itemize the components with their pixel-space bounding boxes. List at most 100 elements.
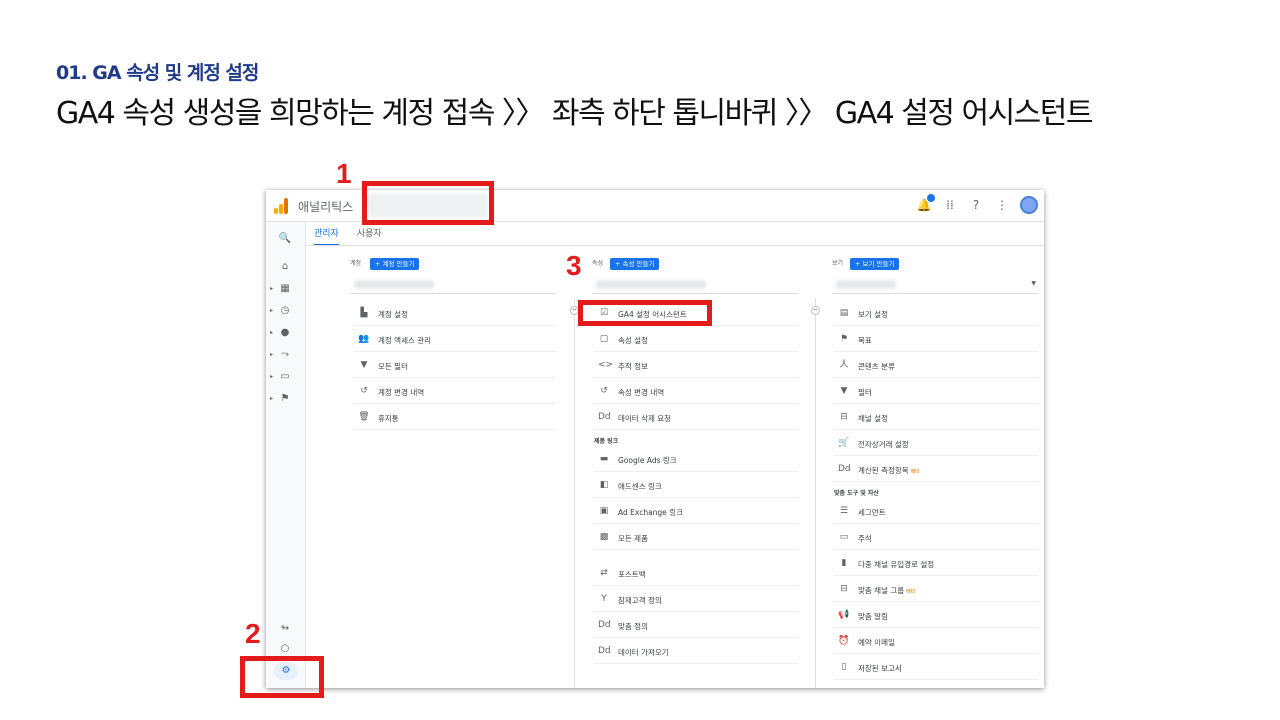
annotation-box-2 bbox=[240, 656, 324, 698]
audience-definitions-item[interactable]: Y 잠재고객 정의 bbox=[594, 586, 798, 612]
mcf-settings-item[interactable]: ▮ 다중 채널 유입경로 설정 bbox=[834, 550, 1038, 576]
dd-icon: Dd bbox=[838, 464, 851, 474]
customization-icon[interactable]: ▸ ▦ bbox=[270, 280, 296, 298]
property-settings-item[interactable]: ▢ 속성 설정 bbox=[594, 326, 798, 352]
dd-icon: Dd bbox=[598, 412, 611, 422]
create-account-button[interactable]: + 계정 만들기 bbox=[370, 258, 420, 270]
account-column: 계정 + 계정 만들기 ▙ 계정 설정 👥 계정 액세스 관리 ▼ 모든 필터 ↺ 계정… bbox=[350, 258, 556, 430]
search-icon[interactable]: 🔍 bbox=[274, 230, 296, 248]
view-select[interactable]: ▼ bbox=[832, 276, 1038, 294]
adsense-link-item[interactable]: ◧ 애드센스 링크 bbox=[594, 472, 798, 498]
help-icon[interactable]: ? bbox=[968, 197, 984, 213]
attribution-icon[interactable]: ↬ bbox=[274, 620, 296, 638]
trash-icon: 🗑 bbox=[358, 412, 370, 422]
annotation-number-3: 3 bbox=[566, 250, 582, 281]
app-name: 애널리틱스 bbox=[298, 200, 354, 214]
custom-tools-heading: 맞춤 도구 및 자산 bbox=[834, 490, 879, 497]
tracking-info-item[interactable]: <> 추적 정보 bbox=[594, 352, 798, 378]
channel-icon: ⊟ bbox=[840, 584, 848, 594]
view-column: 보기 + 보기 만들기 ▼ ▤ 보기 설정 ⚑ 목표 人 콘텐츠 분류 ▼ 필터 ⊟ 채널… bbox=[832, 258, 1038, 680]
annotation-box-1 bbox=[362, 181, 494, 225]
clock-icon: ⏰ bbox=[838, 636, 850, 646]
analytics-logo-icon bbox=[274, 198, 288, 214]
view-settings-item[interactable]: ▤ 보기 설정 bbox=[834, 300, 1038, 326]
dd-icon: Dd bbox=[598, 620, 611, 630]
property-history-item[interactable]: ↺ 속성 변경 내역 bbox=[594, 378, 798, 404]
create-view-button[interactable]: + 보기 만들기 bbox=[850, 258, 900, 270]
slide-title: GA4 속성 생성을 희망하는 계정 접속 〉〉 좌측 하단 톱니바퀴 〉〉 G… bbox=[56, 96, 1093, 131]
google-ads-link-item[interactable]: ▬ Google Ads 링크 bbox=[594, 446, 798, 472]
tab-admin[interactable]: 관리자 bbox=[314, 226, 339, 246]
megaphone-icon: 📢 bbox=[838, 610, 850, 620]
account-label: 계정 bbox=[350, 260, 362, 267]
building-icon: ▙ bbox=[360, 308, 368, 318]
data-import-item[interactable]: Dd 데이터 가져오기 bbox=[594, 638, 798, 664]
data-deletion-item[interactable]: Dd 데이터 삭제 요청 bbox=[594, 404, 798, 430]
ads-icon: ▬ bbox=[599, 454, 609, 464]
home-icon[interactable]: ⌂ bbox=[274, 258, 296, 276]
products-icon: ▩ bbox=[599, 532, 609, 542]
account-access-item[interactable]: 👥 계정 액세스 관리 bbox=[354, 326, 556, 352]
bar-chart-icon: ▮ bbox=[841, 558, 847, 568]
flag-icon: ⚑ bbox=[839, 334, 849, 344]
product-links-heading: 제품 링크 bbox=[594, 438, 619, 445]
behavior-icon[interactable]: ▸ ▭ bbox=[270, 368, 296, 386]
channel-icon: ⊟ bbox=[840, 412, 848, 422]
audience-icon[interactable]: ▸ ● bbox=[270, 324, 296, 342]
segments-item[interactable]: ☰ 세그먼트 bbox=[834, 498, 1038, 524]
all-filters-item[interactable]: ▼ 모든 필터 bbox=[354, 352, 556, 378]
apps-grid-icon[interactable]: ⁞⁞ bbox=[942, 197, 958, 213]
realtime-icon[interactable]: ▸ ◷ bbox=[270, 302, 296, 320]
history-icon: ↺ bbox=[360, 386, 368, 396]
filter-icon: ▼ bbox=[840, 386, 848, 396]
ad-exchange-link-item[interactable]: ▣ Ad Exchange 링크 bbox=[594, 498, 798, 524]
history-icon: ↺ bbox=[600, 386, 608, 396]
slide-subtitle: 01. GA 속성 및 계정 설정 bbox=[56, 62, 259, 84]
acquisition-icon[interactable]: ▸ ⤳ bbox=[270, 346, 296, 364]
chevron-down-icon: ▼ bbox=[1031, 280, 1036, 287]
channel-settings-item[interactable]: ⊟ 채널 설정 bbox=[834, 404, 1038, 430]
more-vert-icon[interactable]: ⋮ bbox=[994, 197, 1010, 213]
annotation-box-3 bbox=[578, 300, 712, 326]
postback-item[interactable]: ⇄ 포스트백 bbox=[594, 560, 798, 586]
tab-user[interactable]: 사용자 bbox=[357, 226, 382, 246]
property-select[interactable] bbox=[592, 276, 798, 294]
custom-definitions-item[interactable]: Dd 맞춤 정의 bbox=[594, 612, 798, 638]
side-nav: 🔍 ⌂ ▸ ▦ ▸ ◷ ▸ ● ▸ ⤳ ▸ ▭ ▸ ⚑ ↬ ○ ⚙ bbox=[266, 222, 306, 688]
ecommerce-settings-item[interactable]: 🛒 전자상거래 설정 bbox=[834, 430, 1038, 456]
annotation-number-1: 1 bbox=[336, 158, 352, 189]
create-property-button[interactable]: + 속성 만들기 bbox=[610, 258, 660, 270]
annotation-number-2: 2 bbox=[245, 618, 261, 649]
analytics-screenshot: 애널리틱스 🔔 ⁞⁞ ? ⋮ 🔍 ⌂ ▸ ▦ ▸ ◷ ▸ ● ▸ ⤳ ▸ ▭ ▸ ⚑ ↬ ○… bbox=[266, 190, 1044, 688]
dd-icon: Dd bbox=[598, 646, 611, 656]
custom-alerts-item[interactable]: 📢 맞춤 알림 bbox=[834, 602, 1038, 628]
all-products-item[interactable]: ▩ 모든 제품 bbox=[594, 524, 798, 550]
collapse-property-icon[interactable]: ⇔ bbox=[811, 306, 820, 315]
cart-icon: 🛒 bbox=[838, 438, 850, 448]
saved-reports-item[interactable]: ▯ 저장된 보고서 bbox=[834, 654, 1038, 680]
conversions-icon[interactable]: ▸ ⚑ bbox=[270, 390, 296, 408]
property-label: 속성 bbox=[592, 260, 604, 267]
annotations-item[interactable]: ▭ 주석 bbox=[834, 524, 1038, 550]
content-grouping-item[interactable]: 人 콘텐츠 분류 bbox=[834, 352, 1038, 378]
account-select[interactable] bbox=[350, 276, 556, 294]
adsense-icon: ◧ bbox=[599, 480, 609, 490]
custom-channel-groups-item[interactable]: ⊟ 맞춤 채널 그룹 베타 bbox=[834, 576, 1038, 602]
account-settings-item[interactable]: ▙ 계정 설정 bbox=[354, 300, 556, 326]
person-run-icon: 人 bbox=[839, 360, 849, 370]
goals-item[interactable]: ⚑ 목표 bbox=[834, 326, 1038, 352]
doc-icon: ▤ bbox=[839, 308, 849, 318]
view-filters-item[interactable]: ▼ 필터 bbox=[834, 378, 1038, 404]
adexchange-icon: ▣ bbox=[599, 506, 609, 516]
notifications-icon[interactable]: 🔔 bbox=[916, 194, 935, 213]
account-history-item[interactable]: ↺ 계정 변경 내역 bbox=[354, 378, 556, 404]
scheduled-email-item[interactable]: ⏰ 예약 이메일 bbox=[834, 628, 1038, 654]
postback-icon: ⇄ bbox=[600, 568, 608, 578]
comment-icon: ▭ bbox=[839, 532, 849, 542]
code-icon: <> bbox=[598, 360, 614, 370]
account-avatar[interactable] bbox=[1020, 196, 1038, 214]
view-label: 보기 bbox=[832, 260, 844, 267]
calculated-metrics-item[interactable]: Dd 계산된 측정항목 베타 bbox=[834, 456, 1038, 482]
trash-item[interactable]: 🗑 휴지통 bbox=[354, 404, 556, 430]
audience-def-icon: Y bbox=[601, 594, 607, 604]
